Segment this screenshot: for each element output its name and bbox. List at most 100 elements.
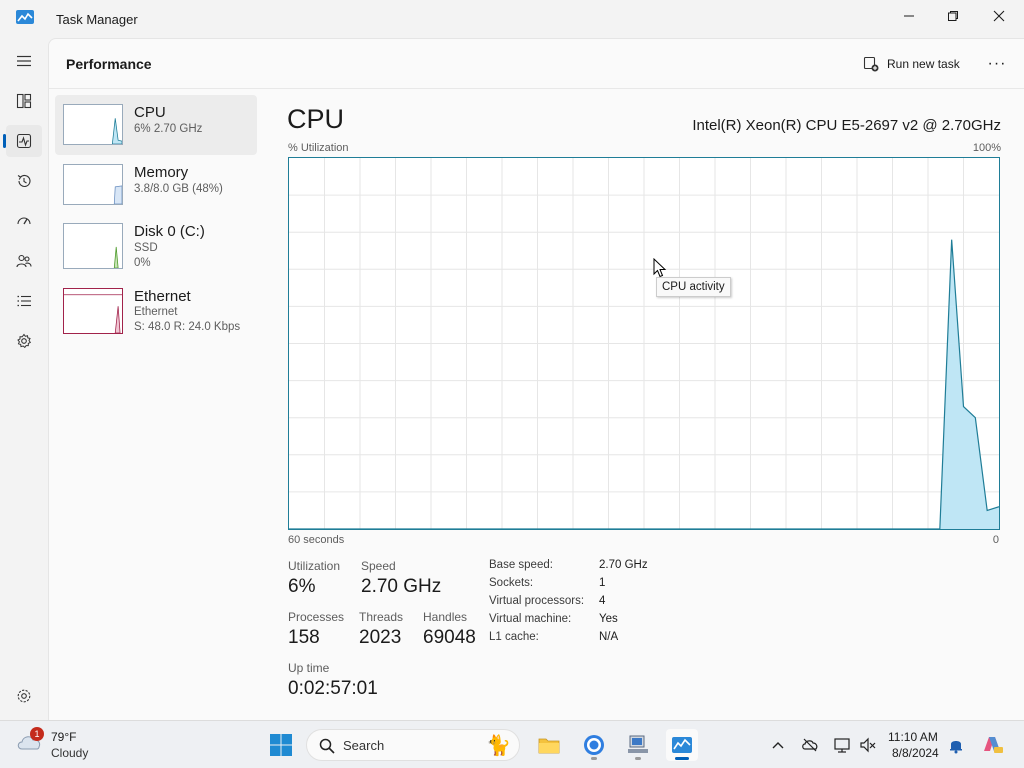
active-indicator [675,757,689,760]
running-indicator [591,757,597,760]
weather-condition: Cloudy [51,746,89,760]
nav-users[interactable] [6,245,42,277]
resource-item-memory[interactable]: Memory 3.8/8.0 GB (48%) [55,155,257,215]
resource-detail: 3.8/8.0 GB (48%) [134,183,223,195]
spec-value: 1 [599,577,606,589]
run-new-task-label: Run new task [887,57,960,71]
folder-icon [538,738,560,754]
window-title: Task Manager [56,12,138,27]
resource-detail: Ethernet [134,306,178,318]
disk-thumbnail-graph [63,223,123,269]
resource-item-ethernet[interactable]: Ethernet Ethernet S: 48.0 R: 24.0 Kbps [55,282,257,342]
taskbar-file-explorer[interactable] [533,729,565,761]
weather-temperature: 79°F [51,730,77,744]
notification-badge: 1 [30,727,44,741]
maximize-button[interactable] [930,0,976,32]
utilization-value: 6% [288,576,316,597]
minimize-icon [904,15,914,17]
users-icon [16,254,32,268]
speed-value: 2.70 GHz [361,576,442,597]
utilization-label: Utilization [288,559,341,573]
cpu-heading: CPU [287,104,345,134]
processes-label: Processes [288,610,345,624]
resource-detail: SSD [134,242,158,254]
resource-name: Disk 0 (C:) [134,223,205,240]
clock-time[interactable]: 11:10 AM [888,730,938,744]
ethernet-thumbnail-graph [63,288,123,334]
utilization-axis-label: % Utilization [288,142,349,154]
services-icon [17,333,32,349]
resource-name: Memory [134,164,189,181]
nav-processes[interactable] [6,85,42,117]
startup-apps-icon [17,217,31,225]
search-highlight-cat-icon: 🐈 [486,735,511,757]
spec-key: Base speed: [489,559,553,571]
minimize-button[interactable] [886,0,932,32]
nav-performance[interactable] [3,125,42,157]
spec-key: Virtual machine: [489,613,572,625]
close-icon [993,10,1005,22]
windows-logo-icon [270,734,292,756]
time-zero-label: 0 [992,534,999,546]
settings-button[interactable] [6,680,42,712]
nav-services[interactable] [6,325,42,357]
spec-value: N/A [599,631,619,643]
spec-value: 4 [599,595,606,607]
resource-detail: 6% 2.70 GHz [134,123,203,135]
notification-bell-icon[interactable] [947,736,965,754]
resource-name: CPU [134,104,166,121]
cloud-sync-icon[interactable] [801,736,819,754]
start-button[interactable] [265,729,297,761]
resource-item-disk[interactable]: Disk 0 (C:) SSD 0% [55,215,257,275]
resource-detail-secondary: 0% [134,257,151,269]
weather-widget[interactable]: 1 79°F Cloudy [0,721,100,768]
main-content: Performance Run new task ··· CPU 6% 2.70… [48,38,1024,720]
task-manager-app-icon [16,10,34,24]
computer-network-icon [628,735,648,753]
processes-icon [16,93,32,109]
spec-key: Virtual processors: [489,595,585,607]
cpu-thumbnail-graph [63,104,123,145]
resource-item-cpu[interactable]: CPU 6% 2.70 GHz [55,95,257,155]
mouse-cursor-icon [653,258,667,278]
volume-muted-icon[interactable] [859,736,877,754]
title-bar: Task Manager [0,0,1024,38]
hamburger-menu-button[interactable] [6,45,42,77]
run-new-task-icon [863,56,879,72]
nav-startup-apps[interactable] [6,205,42,237]
navigation-rail [0,38,48,720]
handles-value: 69048 [423,627,476,648]
more-options-button[interactable]: ··· [983,53,1011,75]
spec-key: L1 cache: [489,631,539,643]
taskbar-chrome[interactable] [578,729,610,761]
threads-label: Threads [359,610,404,624]
uptime-value: 0:02:57:01 [288,678,378,699]
nav-app-history[interactable] [6,165,42,197]
cpu-model-name: Intel(R) Xeon(R) CPU E5-2697 v2 @ 2.70GH… [692,117,1001,134]
nav-details[interactable] [6,285,42,317]
app-history-icon [17,174,31,187]
network-icon[interactable] [833,736,851,754]
time-span-label: 60 seconds [288,534,345,546]
copilot-button[interactable] [976,729,1008,761]
processes-value: 158 [288,627,320,648]
max-percent-label: 100% [972,142,1001,154]
settings-icon [17,689,31,703]
spec-value: 2.70 GHz [599,559,648,571]
uptime-label: Up time [288,661,330,675]
taskbar-search-box[interactable]: Search 🐈 [306,729,520,761]
taskbar-task-manager[interactable] [666,729,698,761]
taskbar-remote-app[interactable] [622,729,654,761]
task-manager-icon [672,737,692,753]
clock-date[interactable]: 8/8/2024 [892,746,939,760]
chevron-up-icon[interactable] [769,736,787,754]
handles-label: Handles [423,610,468,624]
run-new-task-button[interactable]: Run new task [863,53,960,75]
cpu-activity-tooltip: CPU activity [656,277,731,297]
spec-key: Sockets: [489,577,534,589]
details-icon [17,295,31,307]
close-button[interactable] [976,0,1022,32]
page-header: Performance Run new task ··· [49,39,1024,89]
resource-name: Ethernet [134,288,191,305]
cpu-utilization-graph[interactable] [288,157,1000,530]
